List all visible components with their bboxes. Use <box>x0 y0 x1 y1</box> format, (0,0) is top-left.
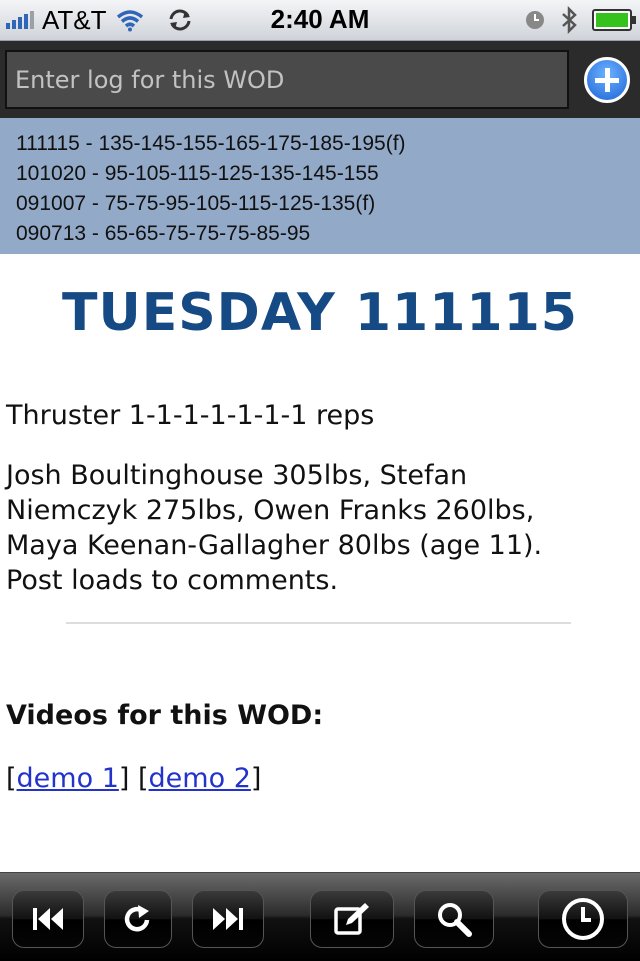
search-button[interactable] <box>414 890 494 948</box>
timer-button[interactable] <box>538 890 628 948</box>
wod-description-line: Maya Keenan-Gallagher 80lbs (age 11). <box>6 530 543 561</box>
next-button[interactable] <box>192 890 264 948</box>
status-right <box>524 5 636 35</box>
wod-description: Josh Boultinghouse 305lbs, Stefan Niemcz… <box>6 458 542 598</box>
battery-icon <box>592 9 636 31</box>
search-icon <box>438 903 472 937</box>
log-input[interactable] <box>5 50 569 109</box>
wod-movement: Thruster 1-1-1-1-1-1-1 reps <box>6 400 375 431</box>
add-log-button[interactable] <box>584 57 630 103</box>
divider <box>66 622 571 624</box>
status-bar: AT&T 2:40 AM <box>0 0 640 41</box>
demo-1-link[interactable]: demo 1 <box>17 763 119 794</box>
videos-heading: Videos for this WOD: <box>6 700 324 731</box>
wod-description-line: Josh Boultinghouse 305lbs, Stefan <box>6 460 468 491</box>
wod-title: TUESDAY 111115 <box>62 283 578 343</box>
compose-icon <box>334 903 369 935</box>
wod-description-line: Post loads to comments. <box>6 565 339 596</box>
refresh-button[interactable] <box>104 890 172 948</box>
bluetooth-icon <box>562 6 577 34</box>
clock-icon <box>562 898 604 940</box>
history-row[interactable]: 090713 - 65-65-75-75-75-85-95 <box>16 222 310 246</box>
alarm-icon <box>526 11 544 29</box>
history-row[interactable]: 101020 - 95-105-115-125-135-145-155 <box>16 162 379 186</box>
video-links: [demo 1] [demo 2] <box>6 763 262 794</box>
bottom-toolbar <box>0 872 640 961</box>
history-row[interactable]: 091007 - 75-75-95-105-115-125-135(f) <box>16 192 375 216</box>
previous-button[interactable] <box>12 890 84 948</box>
demo-2-link[interactable]: demo 2 <box>149 763 251 794</box>
log-history-list: 111115 - 135-145-155-165-175-185-195(f) … <box>0 118 640 254</box>
history-row[interactable]: 111115 - 135-145-155-165-175-185-195(f) <box>16 132 406 156</box>
refresh-icon <box>124 905 150 932</box>
log-entry-bar <box>0 41 640 118</box>
fast-forward-icon <box>213 908 243 930</box>
compose-button[interactable] <box>310 890 394 948</box>
rewind-icon <box>33 908 63 930</box>
wod-description-line: Niemczyk 275lbs, Owen Franks 260lbs, <box>6 495 535 526</box>
